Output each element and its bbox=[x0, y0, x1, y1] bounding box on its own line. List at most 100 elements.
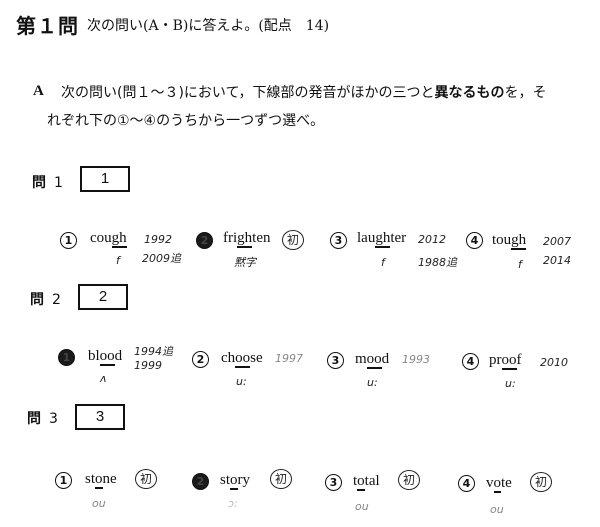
answer-box-2[interactable]: 2 bbox=[78, 284, 128, 310]
underlined-part: o bbox=[357, 473, 365, 491]
handwritten-phonetic: ou bbox=[490, 503, 504, 516]
question-kanji: 問 bbox=[30, 292, 44, 308]
underlined-part: o bbox=[493, 475, 501, 493]
choice-number-circle[interactable]: 3 bbox=[327, 352, 344, 369]
question-kanji: 問 bbox=[27, 411, 41, 427]
handwritten-note: 1997 bbox=[275, 352, 303, 365]
word-part: tal bbox=[364, 473, 380, 489]
word-part: te bbox=[501, 475, 512, 491]
handwritten-note: 1993 bbox=[402, 353, 430, 366]
handwritten-circled-note: 初 bbox=[135, 469, 157, 489]
handwritten-circled-note: 初 bbox=[530, 472, 552, 492]
question-label-1: 問1 bbox=[32, 172, 63, 192]
section-title: 第１問 bbox=[16, 14, 79, 38]
choice-word: stone bbox=[85, 471, 117, 489]
instruction-text: を，そ bbox=[504, 85, 547, 101]
choice-number-circle[interactable]: 1 bbox=[60, 232, 77, 249]
underlined-part: oo bbox=[366, 351, 382, 369]
choice-number-circle[interactable]: 4 bbox=[462, 353, 479, 370]
choice-word: vote bbox=[486, 475, 512, 493]
word-part: lau bbox=[357, 230, 376, 246]
question-label-2: 問2 bbox=[30, 289, 61, 309]
handwritten-note: 1988追 bbox=[418, 256, 457, 269]
instruction-line-2: れぞれ下の①～④のうちから一つずつ選べ。 bbox=[47, 113, 325, 129]
word-part: ne bbox=[102, 471, 117, 487]
handwritten-note: 2009追 bbox=[142, 252, 181, 265]
word-part: st bbox=[220, 472, 231, 488]
choice-number-circle[interactable]: 4 bbox=[458, 475, 475, 492]
word-part: pr bbox=[489, 352, 502, 368]
handwritten-phonetic: u: bbox=[236, 375, 247, 388]
handwritten-phonetic: ɔ: bbox=[228, 497, 238, 510]
handwritten-note: 2012 bbox=[418, 233, 446, 246]
instruction-line-1: 次の問い(問１～３)において，下線部の発音がほかの三つと異なるものを，そ bbox=[61, 82, 547, 102]
word-part: cou bbox=[90, 230, 112, 246]
underlined-part: o bbox=[95, 471, 103, 489]
choice-number-circle[interactable]: 2 bbox=[192, 351, 209, 368]
choice-word: total bbox=[353, 473, 380, 491]
underlined-part: gh bbox=[237, 230, 253, 248]
choice-number-circle-selected[interactable]: 1 bbox=[58, 349, 75, 366]
underlined-part: oo bbox=[501, 352, 517, 370]
answer-box-1[interactable]: 1 bbox=[80, 166, 130, 192]
underlined-part: oo bbox=[235, 350, 251, 368]
word-part: ter bbox=[390, 230, 407, 246]
handwritten-phonetic: u: bbox=[367, 376, 378, 389]
handwritten-note: 2014 bbox=[543, 254, 571, 267]
choice-number-circle[interactable]: 3 bbox=[330, 232, 347, 249]
handwritten-note: 2010 bbox=[540, 356, 568, 369]
answer-box-3[interactable]: 3 bbox=[75, 404, 125, 430]
underlined-part: gh bbox=[511, 232, 527, 250]
handwritten-note: 1992 bbox=[144, 233, 172, 246]
handwritten-phonetic: u: bbox=[505, 377, 516, 390]
handwritten-circled-note: 初 bbox=[270, 469, 292, 489]
word-part: ch bbox=[221, 350, 236, 366]
underlined-part: gh bbox=[111, 230, 127, 248]
choice-word: proof bbox=[489, 352, 522, 370]
word-part: d bbox=[114, 348, 123, 364]
word-part: fri bbox=[223, 230, 238, 246]
handwritten-phonetic: f bbox=[381, 256, 385, 269]
word-part: tou bbox=[492, 232, 512, 248]
handwritten-circled-note: 初 bbox=[282, 230, 304, 250]
word-part: bl bbox=[88, 348, 100, 364]
question-number: 2 bbox=[52, 292, 61, 308]
instruction-emphasis: 異なるもの bbox=[434, 85, 505, 101]
word-part: ry bbox=[237, 472, 251, 488]
choice-number-circle[interactable]: 4 bbox=[466, 232, 483, 249]
choice-word: frighten bbox=[223, 230, 271, 248]
section-subtitle: 次の問い(A・B)に答えよ。(配点 14) bbox=[87, 18, 330, 34]
underlined-part: oo bbox=[99, 348, 115, 366]
word-part: m bbox=[355, 351, 367, 367]
word-part: d bbox=[381, 351, 390, 367]
underlined-part: gh bbox=[375, 230, 391, 248]
question-number: 1 bbox=[54, 175, 63, 191]
word-part: v bbox=[486, 475, 494, 491]
word-part: ten bbox=[252, 230, 271, 246]
handwritten-note: 2007 bbox=[543, 235, 571, 248]
underlined-part: o bbox=[230, 472, 238, 490]
word-part: se bbox=[250, 350, 263, 366]
handwritten-phonetic: ou bbox=[355, 500, 369, 513]
choice-number-circle[interactable]: 3 bbox=[325, 474, 342, 491]
choice-word: blood bbox=[88, 348, 123, 366]
handwritten-circled-note: 初 bbox=[398, 470, 420, 490]
choice-word: tough bbox=[492, 232, 527, 250]
handwritten-phonetic: ʌ bbox=[100, 372, 107, 385]
choice-number-circle[interactable]: 1 bbox=[55, 472, 72, 489]
choice-word: cough bbox=[90, 230, 127, 248]
handwritten-phonetic: 黙字 bbox=[234, 256, 256, 269]
word-part: st bbox=[85, 471, 96, 487]
choice-word: story bbox=[220, 472, 251, 490]
choice-word: choose bbox=[221, 350, 263, 368]
choice-number-circle-selected[interactable]: 2 bbox=[192, 473, 209, 490]
word-part: f bbox=[516, 352, 522, 368]
handwritten-note: 1994追 bbox=[134, 345, 173, 358]
handwritten-note: 1999 bbox=[134, 359, 162, 372]
handwritten-phonetic: f bbox=[518, 258, 522, 271]
part-label: A bbox=[33, 83, 44, 99]
question-label-3: 問3 bbox=[27, 408, 58, 428]
handwritten-phonetic: f bbox=[116, 254, 120, 267]
instruction-text: 次の問い(問１～３)において，下線部の発音がほかの三つと bbox=[61, 85, 435, 101]
choice-number-circle-selected[interactable]: 2 bbox=[196, 232, 213, 249]
